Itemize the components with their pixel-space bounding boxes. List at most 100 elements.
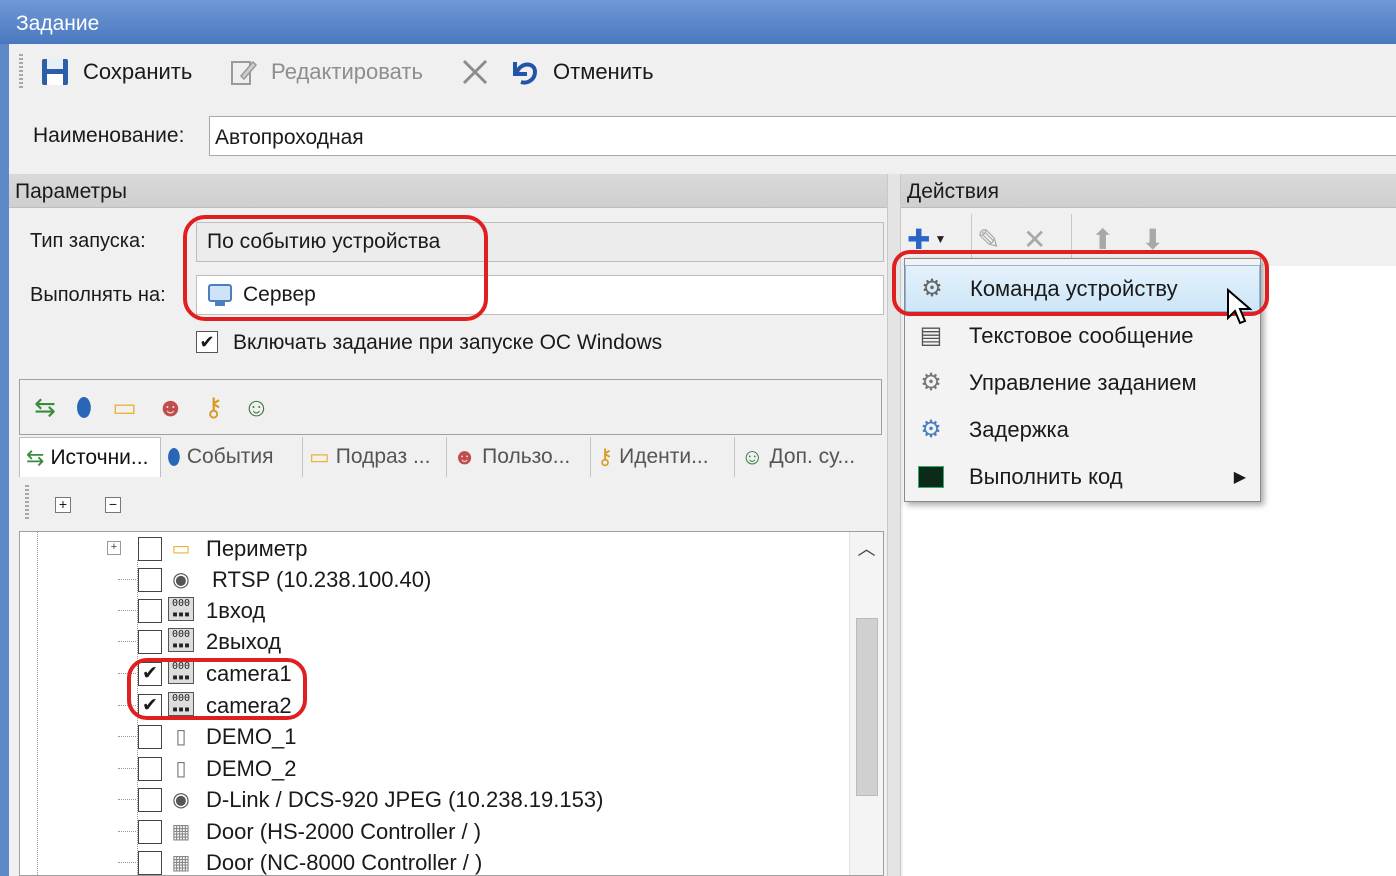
tree-item-door-hs2000[interactable]: ▦ Door (HS-2000 Controller / ) bbox=[20, 816, 850, 847]
undo-icon bbox=[513, 62, 538, 85]
run-code-icon bbox=[909, 463, 953, 491]
key-icon: ⚷ bbox=[597, 444, 614, 469]
folder-icon[interactable]: ▭ bbox=[112, 394, 137, 420]
task-control-icon: ⚙ bbox=[920, 369, 942, 396]
tree-checkbox[interactable] bbox=[138, 820, 162, 844]
tree-item-label: Периметр bbox=[206, 536, 308, 561]
main-toolbar: Сохранить Редактировать Отменить bbox=[9, 44, 1396, 104]
tree-item-dlink[interactable]: ◉ D-Link / DCS-920 JPEG (10.238.19.153) bbox=[20, 784, 850, 815]
annotation-highlight-cameras bbox=[127, 658, 307, 720]
delete-button[interactable] bbox=[459, 54, 491, 90]
actions-header: Действия bbox=[901, 174, 1396, 208]
tree-item-label: Door (HS-2000 Controller / ) bbox=[206, 819, 482, 844]
tab-users[interactable]: ☻ Пользо... bbox=[447, 437, 591, 477]
cancel-button[interactable]: Отменить bbox=[509, 54, 654, 90]
annotation-highlight-menu bbox=[892, 250, 1269, 316]
tree-scrollbar[interactable]: ︿ bbox=[849, 532, 883, 875]
tab-extra[interactable]: ☺ Доп. су... bbox=[735, 437, 882, 477]
tree-item-label: DEMO_1 bbox=[206, 724, 297, 749]
extra-users-icon[interactable]: ☺ bbox=[243, 394, 270, 420]
autostart-label: Включать задание при запуске ОС Windows bbox=[233, 331, 663, 354]
window-title: Задание bbox=[16, 12, 100, 35]
run-on-label: Выполнять на: bbox=[30, 284, 166, 306]
delete-icon bbox=[462, 59, 488, 85]
folder-icon: ▭ bbox=[309, 444, 330, 469]
source-tabs: ⇆ Источни... ⬮ События ▭ Подраз ... ☻ По… bbox=[19, 437, 882, 477]
params-header: Параметры bbox=[9, 174, 887, 208]
chevron-up-icon[interactable]: ︿ bbox=[850, 532, 883, 566]
users-icon[interactable]: ☻ bbox=[157, 394, 184, 420]
tree-checkbox[interactable] bbox=[138, 630, 162, 654]
name-input[interactable]: Автопроходная bbox=[209, 116, 1396, 156]
autostart-checkbox[interactable]: ✔ bbox=[196, 331, 218, 353]
tab-sources[interactable]: ⇆ Источни... bbox=[19, 437, 161, 477]
menu-item-run-code[interactable]: Выполнить код ▶ bbox=[905, 453, 1260, 500]
menu-item-text-message[interactable]: ▤ Текстовое сообщение bbox=[905, 312, 1260, 359]
expand-row-grip bbox=[25, 485, 29, 521]
cancel-label: Отменить bbox=[553, 59, 654, 84]
tree-item-label: Door (NC-8000 Controller / ) bbox=[206, 850, 483, 875]
tree-item-rtsp[interactable]: ◉ RTSP (10.238.100.40) bbox=[20, 564, 850, 595]
tree-checkbox[interactable] bbox=[138, 788, 162, 812]
tree-item-demo2[interactable]: ▯ DEMO_2 bbox=[20, 753, 850, 784]
source-icon[interactable]: ⇆ bbox=[34, 394, 56, 420]
tab-departments[interactable]: ▭ Подраз ... bbox=[303, 437, 447, 477]
tree-item-demo1[interactable]: ▯ DEMO_1 bbox=[20, 721, 850, 752]
menu-item-label: Текстовое сообщение bbox=[969, 322, 1194, 348]
edit-label: Редактировать bbox=[271, 59, 423, 84]
menu-item-label: Задержка bbox=[969, 416, 1069, 442]
edit-button[interactable]: Редактировать bbox=[227, 54, 423, 90]
tab-identifiers[interactable]: ⚷ Иденти... bbox=[591, 437, 735, 477]
tree-item-perimeter[interactable]: + ▭ Периметр bbox=[20, 533, 850, 564]
folder-icon: ▭ bbox=[171, 538, 191, 560]
event-icon: ⬮ bbox=[167, 444, 181, 469]
save-button[interactable]: Сохранить bbox=[39, 54, 192, 90]
dvr-icon: 000 ▪▪▪ bbox=[166, 628, 196, 656]
menu-item-delay[interactable]: ⚙ Задержка bbox=[905, 406, 1260, 453]
expand-collapse-row: + − bbox=[19, 477, 882, 531]
menu-item-task-control[interactable]: ⚙ Управление заданием bbox=[905, 359, 1260, 406]
tree-connector bbox=[118, 641, 136, 642]
controller-icon: ▦ bbox=[171, 821, 191, 843]
tab-label: События bbox=[186, 445, 274, 468]
tree-item-label: 1вход bbox=[206, 598, 266, 623]
tree-item-label: D-Link / DCS-920 JPEG (10.238.19.153) bbox=[206, 787, 604, 812]
tree-item-door-nc8000[interactable]: ▦ Door (NC-8000 Controller / ) bbox=[20, 847, 850, 875]
collapse-all-button[interactable]: − bbox=[105, 497, 121, 513]
tab-label: Иденти... bbox=[619, 445, 709, 468]
door-icon: ▯ bbox=[175, 758, 187, 780]
expand-icon[interactable]: + bbox=[107, 541, 121, 555]
save-icon bbox=[42, 59, 68, 85]
users-icon: ☻ bbox=[453, 444, 477, 469]
tab-events[interactable]: ⬮ События bbox=[161, 437, 303, 477]
tree-connector bbox=[118, 610, 136, 611]
door-icon: ▯ bbox=[175, 726, 187, 748]
annotation-highlight-params bbox=[183, 215, 488, 321]
tree-checkbox[interactable] bbox=[138, 851, 162, 875]
source-icon-bar: ⇆ ⬮ ▭ ☻ ⚷ ☺ bbox=[19, 379, 882, 435]
window-left-border bbox=[0, 44, 9, 876]
tree-checkbox[interactable] bbox=[138, 725, 162, 749]
tree-item-exit2[interactable]: 000 ▪▪▪ 2выход bbox=[20, 626, 850, 657]
tab-label: Пользо... bbox=[482, 445, 571, 468]
key-icon[interactable]: ⚷ bbox=[204, 394, 223, 420]
delay-icon: ⚙ bbox=[920, 416, 942, 443]
source-icon: ⇆ bbox=[26, 444, 45, 470]
dropdown-arrow-icon: ▼ bbox=[934, 232, 947, 246]
dvr-icon: 000 ▪▪▪ bbox=[166, 597, 196, 625]
tree-checkbox[interactable] bbox=[138, 757, 162, 781]
event-icon[interactable]: ⬮ bbox=[76, 394, 92, 420]
scroll-thumb[interactable] bbox=[856, 618, 878, 796]
edit-icon bbox=[231, 60, 258, 85]
launch-type-label: Тип запуска: bbox=[30, 230, 146, 252]
extra-users-icon: ☺ bbox=[741, 444, 764, 469]
tab-label: Подраз ... bbox=[335, 445, 431, 468]
tree-checkbox[interactable] bbox=[138, 599, 162, 623]
window-title-bar: Задание bbox=[0, 0, 1396, 44]
expand-all-button[interactable]: + bbox=[55, 497, 71, 513]
tree-connector bbox=[118, 579, 136, 580]
tree-checkbox[interactable] bbox=[138, 568, 162, 592]
tree-checkbox[interactable] bbox=[138, 537, 162, 561]
tree-item-entry1[interactable]: 000 ▪▪▪ 1вход bbox=[20, 595, 850, 626]
save-label: Сохранить bbox=[83, 59, 193, 84]
